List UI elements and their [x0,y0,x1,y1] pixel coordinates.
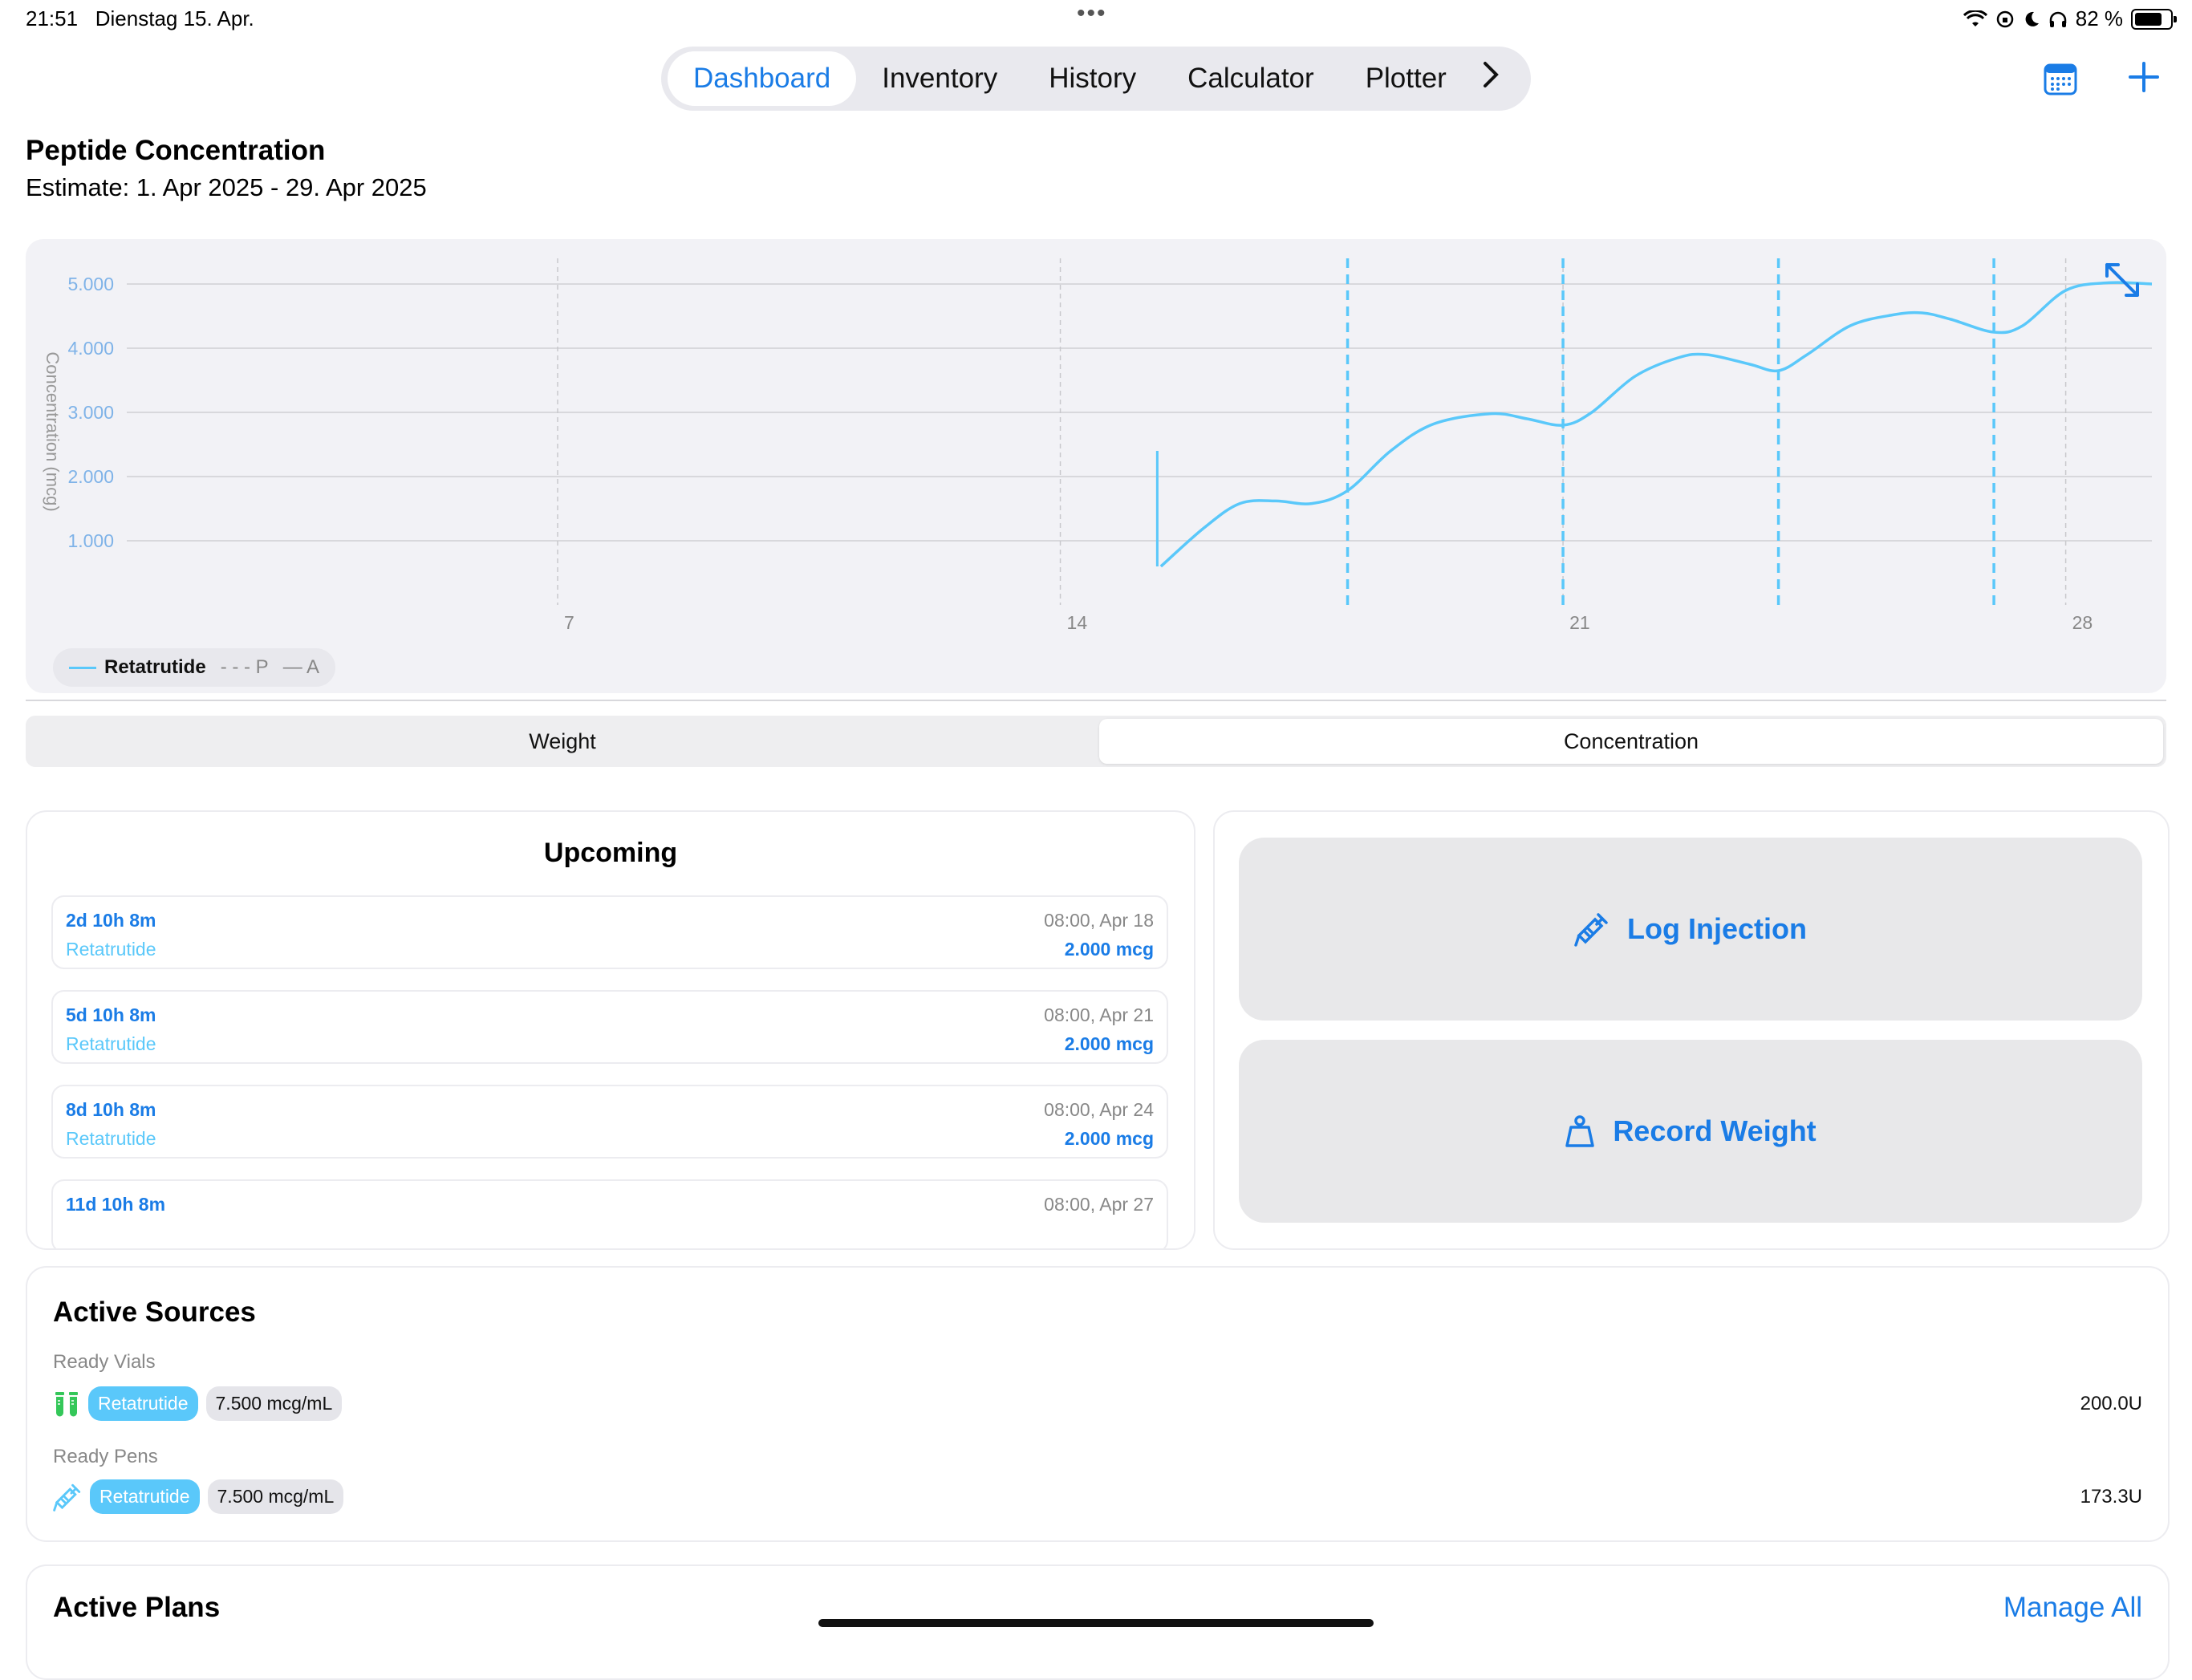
divider [26,700,2166,701]
segment-concentration[interactable]: Concentration [1099,719,2163,764]
peptide-name: Retatrutide [66,1033,156,1054]
legend-label: P [255,656,269,678]
x-tick-label: 28 [2072,612,2093,633]
active-sources-title: Active Sources [53,1297,256,1328]
segment-weight[interactable]: Weight [29,719,1096,764]
upcoming-item[interactable]: 8d 10h 8m Retatrutide 08:00, Apr 24 2.00… [51,1085,1168,1159]
countdown: 5d 10h 8m [66,1004,156,1025]
concentration-tag: 7.500 mcg/mL [205,1386,343,1421]
y-tick-label: 3.000 [67,402,114,423]
vial-row[interactable]: Retatrutide 7.500 mcg/mL [53,1386,343,1421]
home-indicator[interactable] [818,1619,1374,1627]
upcoming-item[interactable]: 11d 10h 8m 08:00, Apr 27 [51,1179,1168,1248]
ready-vials-label: Ready Vials [53,1351,156,1373]
y-tick-label: 5.000 [67,274,114,294]
chevron-right-icon[interactable] [1472,61,1500,96]
tab-calculator[interactable]: Calculator [1162,51,1340,106]
multitasking-dots-icon[interactable]: ••• [1077,0,1107,27]
upcoming-item[interactable]: 2d 10h 8m Retatrutide 08:00, Apr 18 2.00… [51,895,1168,969]
vial-icon [55,1391,78,1416]
upcoming-item[interactable]: 5d 10h 8m Retatrutide 08:00, Apr 21 2.00… [51,990,1168,1064]
expand-icon[interactable] [2101,258,2144,302]
moon-icon [2025,11,2039,26]
y-tick-label: 2.000 [67,466,114,487]
countdown: 11d 10h 8m [66,1194,166,1215]
scheduled-time: 08:00, Apr 18 [1044,910,1154,931]
weight-icon [1565,1115,1595,1147]
legend-item-p: - - - P [220,656,269,678]
wifi-icon [1963,10,1987,26]
y-tick-label: 4.000 [67,338,114,359]
status-bar-datetime: 21:51 Dienstag 15. Apr. [26,6,254,31]
chart-svg: 1.000 2.000 3.000 4.000 5.000 Concentration (… [43,258,2153,633]
concentration-chart: 1.000 2.000 3.000 4.000 5.000 Concentration (… [26,239,2166,693]
countdown: 8d 10h 8m [66,1099,156,1120]
peptide-tag: Retatrutide [88,1386,198,1421]
log-injection-button[interactable]: Log Injection [1239,838,2142,1021]
tab-bar: Dashboard Inventory History Calculator P… [661,47,1531,111]
upcoming-title: Upcoming [543,838,678,868]
dose: 2.000 mcg [1064,939,1154,960]
pen-amount: 173.3U [2080,1486,2142,1508]
dose: 2.000 mcg [1064,1128,1154,1149]
record-weight-button[interactable]: Record Weight [1239,1040,2142,1223]
log-injection-label: Log Injection [1627,912,1807,945]
legend-item-retatrutide: Retatrutide [69,656,206,679]
status-time: 21:51 [26,6,79,30]
status-bar-right: 82 % [1963,6,2177,31]
quick-actions-card: Log Injection Record Weight [1213,810,2170,1250]
countdown: 2d 10h 8m [66,910,156,931]
legend-label: A [306,656,320,678]
battery-percent: 82 % [2075,6,2123,30]
x-tick-label: 21 [1569,612,1590,633]
active-plans-title: Active Plans [53,1592,221,1623]
ready-pens-label: Ready Pens [53,1446,158,1467]
plus-icon[interactable] [2128,61,2160,97]
peptide-name: Retatrutide [66,1128,156,1149]
tab-dashboard[interactable]: Dashboard [668,51,857,106]
status-date: Dienstag 15. Apr. [95,6,254,30]
series-line-retatrutide [1159,281,2153,568]
x-tick-label: 7 [564,612,574,633]
upcoming-card: Upcoming 2d 10h 8m Retatrutide 08:00, Ap… [26,810,1195,1250]
page-title: Peptide Concentration [26,135,326,166]
estimate-range: Estimate: 1. Apr 2025 - 29. Apr 2025 [26,173,427,201]
battery-icon [2131,8,2177,30]
pen-icon [53,1483,81,1512]
pen-row[interactable]: Retatrutide 7.500 mcg/mL [53,1479,344,1514]
x-tick-label: 14 [1067,612,1088,633]
calendar-icon[interactable] [2043,61,2078,100]
y-axis-label: Concentration (mcg) [43,351,63,511]
rotation-lock-icon [1996,10,2013,27]
peptide-tag: Retatrutide [90,1479,200,1514]
chart-legend: Retatrutide - - - P — A [53,648,336,687]
legend-label: Retatrutide [104,656,206,678]
scheduled-time: 08:00, Apr 21 [1044,1004,1154,1025]
chart-mode-segmented-control: Weight Concentration [26,716,2166,767]
active-sources-card: Active Sources Ready Vials Retatrutide 7… [26,1266,2170,1542]
scheduled-time: 08:00, Apr 27 [1044,1194,1154,1215]
syringe-icon [1574,913,1608,947]
legend-line-solid [69,666,96,669]
scheduled-time: 08:00, Apr 24 [1044,1099,1154,1120]
y-tick-label: 1.000 [67,530,114,551]
manage-all-link[interactable]: Manage All [2003,1592,2142,1624]
headphones-icon [2049,11,2066,27]
legend-item-a: — A [282,656,320,678]
tab-history[interactable]: History [1023,51,1162,106]
peptide-name: Retatrutide [66,939,156,960]
tab-plotter[interactable]: Plotter [1340,51,1472,106]
vial-amount: 200.0U [2080,1393,2142,1414]
dose: 2.000 mcg [1064,1033,1154,1054]
tab-inventory[interactable]: Inventory [856,51,1023,106]
concentration-tag: 7.500 mcg/mL [207,1479,344,1514]
record-weight-label: Record Weight [1613,1114,1817,1147]
